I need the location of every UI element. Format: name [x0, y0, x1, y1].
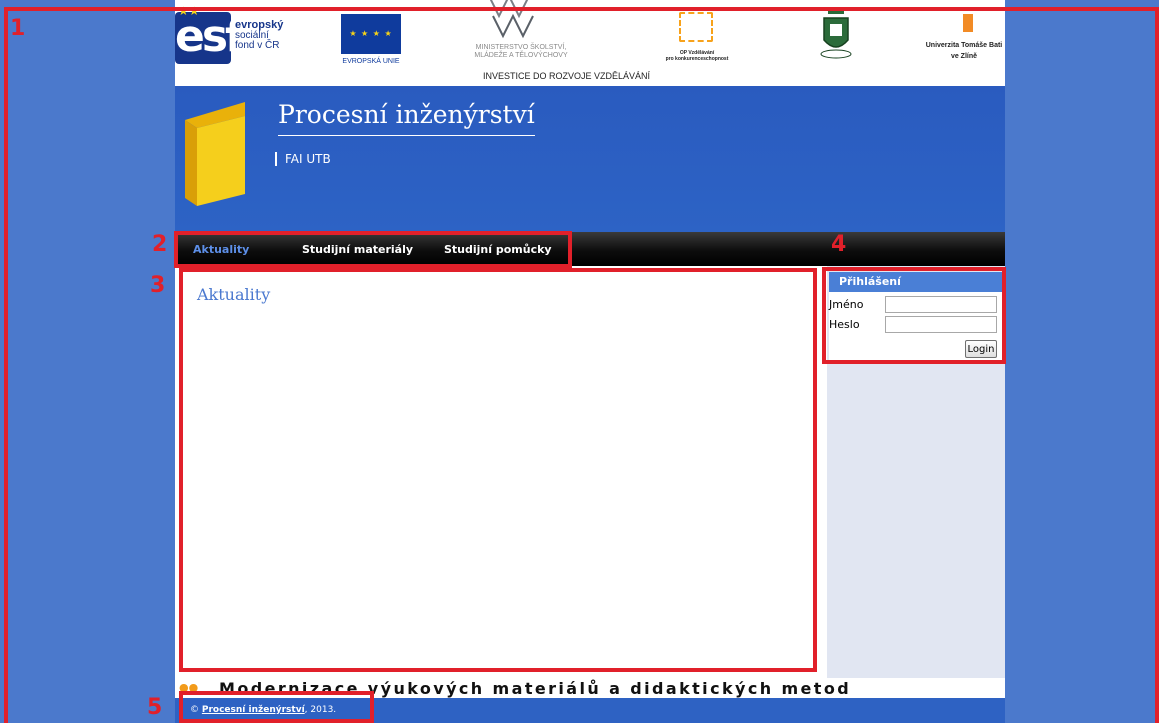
- annotation-number-2: 2: [152, 232, 168, 257]
- annotation-number-5: 5: [147, 695, 163, 720]
- annotation-box-3: [179, 268, 817, 672]
- annotation-box-4: [822, 267, 1006, 364]
- annotation-box-5: [179, 691, 374, 723]
- annotation-box-2: [174, 231, 572, 268]
- annotation-number-4: 4: [831, 232, 847, 257]
- annotation-number-3: 3: [150, 273, 166, 298]
- annotation-number-1: 1: [10, 16, 26, 41]
